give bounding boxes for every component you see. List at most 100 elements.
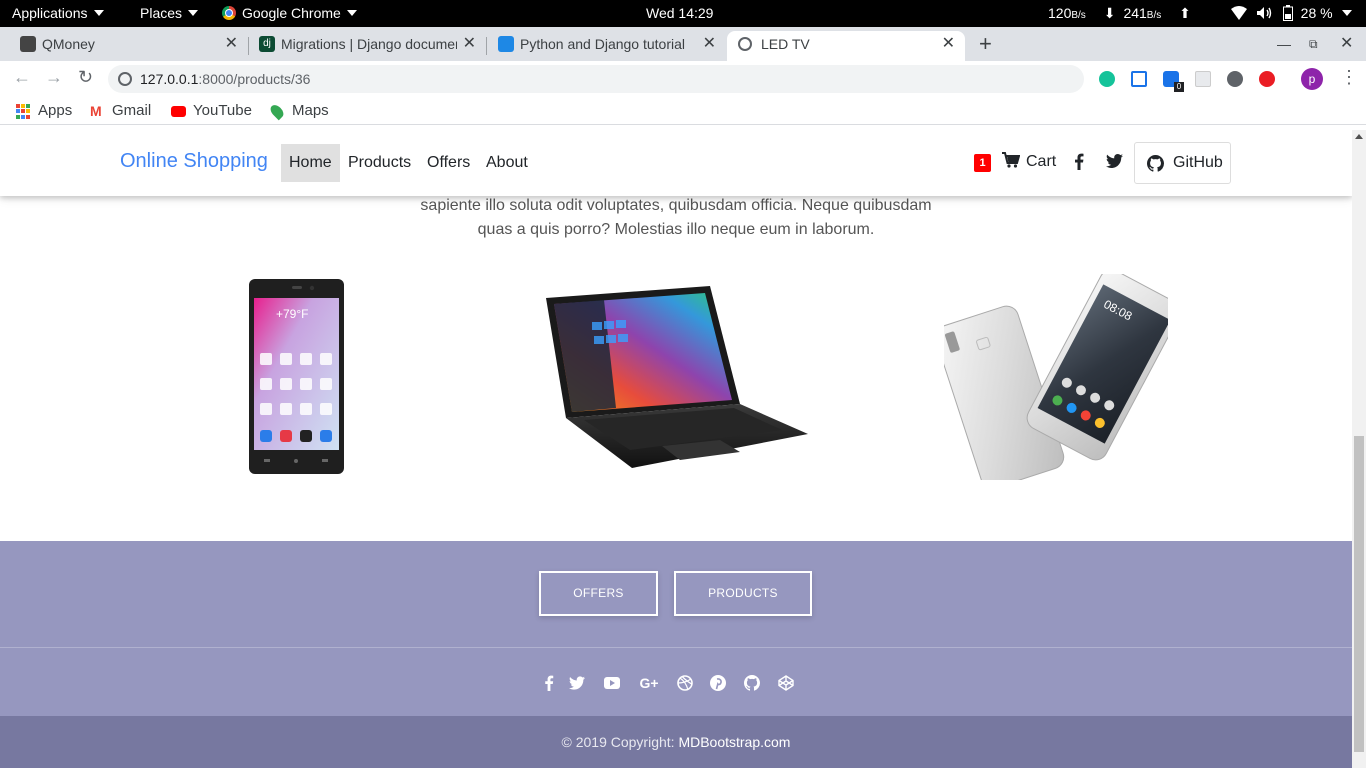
github-icon[interactable] — [744, 675, 760, 691]
bookmark-label: YouTube — [193, 102, 252, 119]
github-icon — [1147, 155, 1164, 172]
product-image-laptop[interactable] — [544, 284, 808, 468]
restore-button[interactable]: ⧉ — [1309, 27, 1318, 61]
battery-percent: 28 % — [1300, 5, 1333, 21]
product-image-smartphone[interactable]: +79°F — [248, 278, 346, 476]
volume-icon — [1256, 7, 1272, 19]
footer-copyright: © 2019 Copyright: MDBootstrap.com — [0, 716, 1352, 768]
minimize-button[interactable]: — — [1277, 27, 1291, 61]
chrome-app-menu[interactable]: Google Chrome — [222, 0, 357, 27]
apps-grid-icon — [16, 104, 31, 119]
places-label: Places — [140, 5, 183, 21]
tab-python-django[interactable]: Python and Django tutorial ✕ — [498, 31, 716, 61]
cart-label: Cart — [1026, 153, 1057, 170]
places-menu[interactable]: Places — [140, 0, 199, 27]
dribbble-icon[interactable] — [677, 675, 693, 691]
chevron-down-icon — [93, 10, 104, 16]
url-path: :8000/products/36 — [198, 71, 311, 87]
cart-count-badge: 1 — [974, 154, 991, 172]
bookmark-label: Maps — [292, 102, 329, 119]
grammarly-extension-icon[interactable] — [1099, 71, 1115, 87]
close-icon[interactable]: ✕ — [456, 31, 476, 57]
globe-icon — [738, 37, 752, 51]
tab-migrations[interactable]: dj Migrations | Django documentation ✕ — [259, 31, 476, 61]
nav-home[interactable]: Home — [281, 144, 340, 182]
reload-button[interactable]: ↻ — [78, 67, 93, 88]
product-image-two-smartphones[interactable]: 08:08 — [944, 274, 1168, 480]
gnome-top-bar: Applications Places Google Chrome Wed 14… — [0, 0, 1366, 27]
chevron-down-icon — [346, 10, 357, 16]
back-button[interactable]: ← — [13, 67, 31, 88]
battery-icon — [1282, 5, 1293, 21]
nav-offers[interactable]: Offers — [419, 144, 478, 182]
system-status[interactable]: 28 % — [1231, 0, 1353, 27]
translate-extension-icon[interactable] — [1131, 71, 1147, 87]
bookmark-apps[interactable]: Apps — [16, 101, 72, 121]
clock[interactable]: Wed 14:29 — [646, 0, 713, 27]
facebook-icon[interactable] — [1074, 153, 1084, 175]
youtube-icon[interactable] — [604, 675, 620, 691]
scroll-up-arrow-icon[interactable] — [1355, 134, 1363, 139]
network-speed: 120B/s ⬇ 241B/s ⬆ — [1048, 0, 1191, 27]
profile-avatar[interactable]: p — [1301, 68, 1323, 90]
adblock-extension-icon[interactable] — [1259, 71, 1275, 87]
pinterest-icon[interactable] — [710, 675, 726, 691]
nav-products[interactable]: Products — [340, 144, 419, 182]
brand-logo[interactable]: Online Shopping — [120, 150, 268, 173]
scrollbar-thumb[interactable] — [1354, 436, 1364, 752]
tab-led-tv[interactable]: LED TV ✕ — [727, 31, 965, 61]
copyright-link[interactable]: MDBootstrap.com — [678, 734, 790, 750]
bookmark-maps[interactable]: Maps — [268, 101, 329, 121]
page-scrollbar[interactable] — [1352, 130, 1366, 768]
close-icon[interactable]: ✕ — [225, 31, 238, 57]
facebook-icon[interactable] — [541, 675, 557, 691]
gmail-icon: M — [90, 103, 102, 119]
url-host: 127.0.0.1 — [140, 71, 199, 87]
bookmarks-bar: Apps M Gmail YouTube Maps — [0, 97, 1366, 125]
cart-link[interactable]: Cart — [1002, 152, 1056, 171]
extension-icon[interactable] — [1227, 71, 1243, 87]
description-line: quas a quis porro? Molestias illo neque … — [477, 221, 875, 238]
extension-icon[interactable] — [1195, 71, 1211, 87]
site-info-icon[interactable] — [118, 72, 132, 86]
tab-separator — [486, 37, 487, 55]
tab-separator — [248, 37, 249, 55]
twitter-icon[interactable] — [1106, 154, 1123, 173]
bookmark-label: Gmail — [112, 102, 152, 119]
github-label: GitHub — [1173, 154, 1223, 171]
bookmark-gmail[interactable]: M Gmail — [90, 101, 151, 121]
shopping-cart-icon — [1002, 152, 1021, 168]
footer-social-section: G+ — [0, 647, 1352, 717]
tab-qmoney[interactable]: QMoney ✕ — [20, 31, 238, 61]
browser-menu-icon[interactable]: ⋮ — [1340, 67, 1358, 88]
close-icon[interactable]: ✕ — [942, 31, 955, 57]
chrome-icon — [222, 6, 236, 20]
chrome-label: Google Chrome — [242, 5, 341, 21]
bookmark-youtube[interactable]: YouTube — [171, 101, 252, 121]
footer-offers-button[interactable]: OFFERS — [539, 571, 658, 616]
github-button[interactable]: GitHub — [1134, 142, 1231, 184]
close-icon[interactable]: ✕ — [696, 31, 716, 57]
codepen-icon[interactable] — [778, 675, 794, 691]
twitter-icon[interactable] — [569, 675, 585, 691]
new-tab-button[interactable]: + — [979, 31, 992, 57]
net-up-value: 241 — [1123, 5, 1147, 21]
qmoney-favicon — [20, 36, 36, 52]
footer-products-button[interactable]: PRODUCTS — [674, 571, 812, 616]
tab-title: Python and Django tutorial — [520, 36, 685, 52]
tab-strip: QMoney ✕ dj Migrations | Django document… — [0, 27, 1366, 61]
applications-menu[interactable]: Applications — [12, 0, 104, 27]
window-close-button[interactable]: ✕ — [1340, 27, 1353, 61]
forward-button[interactable]: → — [45, 67, 63, 88]
site-navbar: Online Shopping Home Products Offers Abo… — [0, 130, 1352, 196]
vscode-favicon — [498, 36, 514, 52]
nav-about[interactable]: About — [478, 144, 536, 182]
description-line: sapiente illo soluta odit voluptates, qu… — [420, 197, 932, 214]
arrow-up-icon: ⬆ — [1179, 5, 1191, 21]
extension-badge: 0 — [1174, 82, 1184, 92]
tab-title: Migrations | Django documentation — [281, 36, 476, 52]
address-bar[interactable]: 127.0.0.1:8000/products/36 — [108, 65, 1084, 93]
chevron-down-icon — [188, 10, 199, 16]
google-plus-icon[interactable]: G+ — [639, 675, 659, 691]
product-description: sapiente illo soluta odit voluptates, qu… — [400, 194, 952, 242]
